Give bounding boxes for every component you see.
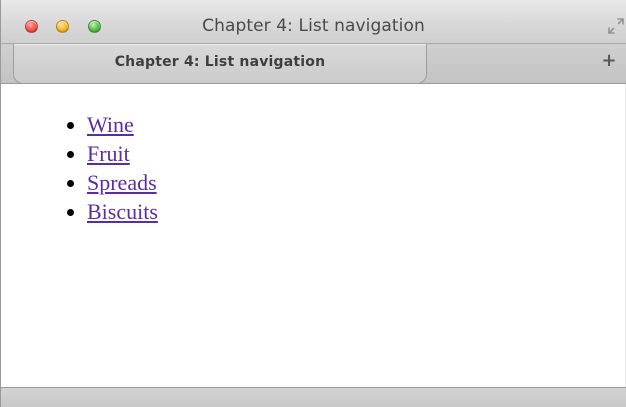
fullscreen-icon[interactable] bbox=[606, 16, 626, 36]
nav-link-biscuits[interactable]: Biscuits bbox=[87, 199, 158, 224]
page-content: Wine Fruit Spreads Biscuits bbox=[1, 84, 626, 387]
list-item: Spreads bbox=[87, 168, 158, 197]
nav-link-fruit[interactable]: Fruit bbox=[87, 141, 130, 166]
navigation-list: Wine Fruit Spreads Biscuits bbox=[47, 110, 158, 226]
list-item: Fruit bbox=[87, 139, 158, 168]
list-item: Biscuits bbox=[87, 197, 158, 226]
new-tab-button[interactable]: + bbox=[598, 50, 620, 72]
nav-link-wine[interactable]: Wine bbox=[87, 112, 134, 137]
tab-chapter-4[interactable]: Chapter 4: List navigation bbox=[13, 44, 427, 84]
nav-link-spreads[interactable]: Spreads bbox=[87, 170, 157, 195]
browser-window: Chapter 4: List navigation Chapter 4: Li… bbox=[0, 0, 626, 407]
status-bar bbox=[1, 387, 626, 407]
title-bar: Chapter 4: List navigation bbox=[1, 0, 626, 44]
list-item: Wine bbox=[87, 110, 158, 139]
tab-label: Chapter 4: List navigation bbox=[114, 54, 326, 70]
tab-bar: Chapter 4: List navigation + bbox=[1, 44, 626, 84]
window-title: Chapter 4: List navigation bbox=[202, 16, 425, 36]
